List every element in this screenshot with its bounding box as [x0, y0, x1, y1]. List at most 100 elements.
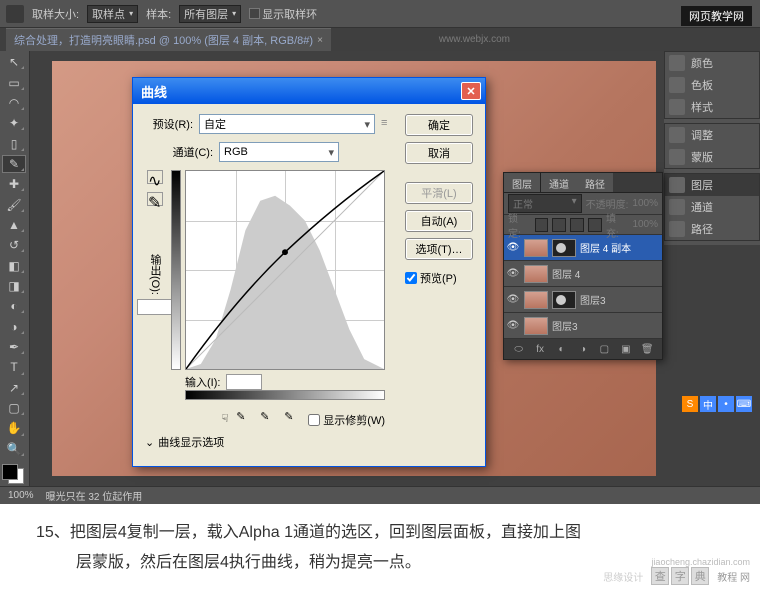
- styles-icon: [669, 99, 685, 115]
- curves-graph[interactable]: [185, 170, 385, 370]
- type-tool[interactable]: T: [2, 358, 26, 376]
- lock-transparency-icon[interactable]: [535, 218, 549, 232]
- layer-thumbnail[interactable]: [524, 291, 548, 309]
- gray-point-eyedropper[interactable]: ✎: [260, 410, 276, 426]
- eyedropper-tool[interactable]: ✎: [2, 155, 26, 173]
- options-button[interactable]: 选项(T)…: [405, 238, 473, 260]
- show-clip-checkbox[interactable]: 显示修剪(W): [308, 412, 385, 428]
- layer-row[interactable]: 👁 图层3: [504, 287, 662, 313]
- options-bar: 取样大小: 取样点 样本: 所有图层 显示取样环: [0, 0, 760, 28]
- pen-tool[interactable]: ✒: [2, 338, 26, 356]
- panel-row-color[interactable]: 颜色: [665, 52, 759, 74]
- link-icon[interactable]: ⬭: [512, 342, 526, 356]
- blur-tool[interactable]: ◐: [2, 297, 26, 315]
- lock-pixels-icon[interactable]: [552, 218, 566, 232]
- tab-paths[interactable]: 路径: [577, 173, 613, 192]
- adjustment-layer-icon[interactable]: ◑: [576, 342, 590, 356]
- panel-row-swatches[interactable]: 色板: [665, 74, 759, 96]
- heal-tool[interactable]: ✚: [2, 175, 26, 193]
- brush-tool[interactable]: 🖌: [2, 195, 26, 213]
- show-ring-checkbox[interactable]: 显示取样环: [249, 6, 317, 22]
- zoom-tool[interactable]: 🔍: [2, 440, 26, 458]
- channel-dropdown[interactable]: RGB: [219, 142, 339, 162]
- path-tool[interactable]: ↗: [2, 379, 26, 397]
- mask-icon[interactable]: ◐: [555, 342, 569, 356]
- stamp-tool[interactable]: ▲: [2, 216, 26, 234]
- delete-layer-icon[interactable]: 🗑: [640, 342, 654, 356]
- close-button[interactable]: ✕: [461, 82, 481, 100]
- sample-size-dropdown[interactable]: 取样点: [87, 5, 138, 23]
- fx-icon[interactable]: fx: [533, 342, 547, 356]
- layer-row[interactable]: 👁 图层3: [504, 313, 662, 339]
- history-brush-tool[interactable]: ↺: [2, 236, 26, 254]
- pencil-mode-icon[interactable]: ✎: [147, 192, 163, 206]
- layer-row[interactable]: 👁 图层 4: [504, 261, 662, 287]
- tb-icon[interactable]: 中: [700, 396, 716, 412]
- group-icon[interactable]: ▢: [597, 342, 611, 356]
- input-gradient: [185, 390, 385, 400]
- fill-value[interactable]: 100%: [632, 219, 658, 230]
- color-swatch[interactable]: [2, 464, 24, 484]
- new-layer-icon[interactable]: ▣: [619, 342, 633, 356]
- hand-icon[interactable]: ☟: [222, 412, 229, 425]
- tb-icon[interactable]: S: [682, 396, 698, 412]
- crop-tool[interactable]: ▯: [2, 134, 26, 152]
- panel-row-masks[interactable]: 蒙版: [665, 146, 759, 168]
- layer-thumbnail[interactable]: [524, 317, 548, 335]
- cancel-button[interactable]: 取消: [405, 142, 473, 164]
- fg-color[interactable]: [2, 464, 18, 480]
- tab-channels[interactable]: 通道: [541, 173, 577, 192]
- preset-menu-icon[interactable]: ≡: [381, 117, 395, 131]
- visibility-icon[interactable]: 👁: [506, 319, 520, 333]
- zoom-level[interactable]: 100%: [8, 490, 34, 501]
- curve-mode-icon[interactable]: ∿: [147, 170, 163, 184]
- marquee-tool[interactable]: ▭: [2, 73, 26, 91]
- lock-position-icon[interactable]: [570, 218, 584, 232]
- visibility-icon[interactable]: 👁: [506, 293, 520, 307]
- curves-dialog: 曲线 ✕ 预设(R): 自定 ≡ 通道(C): RGB ∿ ✎: [132, 77, 486, 467]
- dodge-tool[interactable]: ◑: [2, 317, 26, 335]
- auto-button[interactable]: 自动(A): [405, 210, 473, 232]
- tb-icon[interactable]: ⌨: [736, 396, 752, 412]
- lasso-tool[interactable]: ◠: [2, 94, 26, 112]
- opacity-value[interactable]: 100%: [632, 198, 658, 209]
- dialog-title-bar[interactable]: 曲线 ✕: [133, 78, 485, 104]
- sample-layers-dropdown[interactable]: 所有图层: [179, 5, 241, 23]
- eyedropper-icon[interactable]: [6, 5, 24, 23]
- panel-row-layers[interactable]: 图层: [665, 174, 759, 196]
- layer-row[interactable]: 👁 图层 4 副本: [504, 235, 662, 261]
- visibility-icon[interactable]: 👁: [506, 241, 520, 255]
- panel-row-channels[interactable]: 通道: [665, 196, 759, 218]
- wand-tool[interactable]: ✦: [2, 114, 26, 132]
- hand-tool[interactable]: ✋: [2, 419, 26, 437]
- shape-tool[interactable]: ▢: [2, 399, 26, 417]
- paths-icon: [669, 221, 685, 237]
- gradient-tool[interactable]: ◨: [2, 277, 26, 295]
- output-input[interactable]: [137, 299, 173, 315]
- black-point-eyedropper[interactable]: ✎: [236, 410, 252, 426]
- document-tab[interactable]: 综合处理，打造明亮眼睛.psd @ 100% (图层 4 副本, RGB/8#)…: [6, 28, 331, 51]
- visibility-icon[interactable]: 👁: [506, 267, 520, 281]
- move-tool[interactable]: ↖: [2, 53, 26, 71]
- preview-checkbox[interactable]: 预览(P): [405, 270, 473, 286]
- layer-thumbnail[interactable]: [524, 265, 548, 283]
- sample-label: 样本:: [146, 6, 171, 22]
- mask-thumbnail[interactable]: [552, 291, 576, 309]
- smooth-button[interactable]: 平滑(L): [405, 182, 473, 204]
- lock-all-icon[interactable]: [588, 218, 602, 232]
- preset-dropdown[interactable]: 自定: [199, 114, 375, 134]
- document-tab-bar: 综合处理，打造明亮眼睛.psd @ 100% (图层 4 副本, RGB/8#)…: [0, 28, 760, 51]
- tb-icon[interactable]: •: [718, 396, 734, 412]
- panel-row-adjustments[interactable]: 调整: [665, 124, 759, 146]
- layer-thumbnail[interactable]: [524, 239, 548, 257]
- input-input[interactable]: [226, 374, 262, 390]
- tab-layers[interactable]: 图层: [504, 173, 541, 192]
- eraser-tool[interactable]: ◧: [2, 256, 26, 274]
- mask-thumbnail[interactable]: [552, 239, 576, 257]
- close-tab-icon[interactable]: ×: [317, 35, 323, 46]
- curve-display-options[interactable]: ⌄ 曲线显示选项: [145, 428, 395, 456]
- ok-button[interactable]: 确定: [405, 114, 473, 136]
- panel-row-styles[interactable]: 样式: [665, 96, 759, 118]
- panel-row-paths[interactable]: 路径: [665, 218, 759, 240]
- white-point-eyedropper[interactable]: ✎: [284, 410, 300, 426]
